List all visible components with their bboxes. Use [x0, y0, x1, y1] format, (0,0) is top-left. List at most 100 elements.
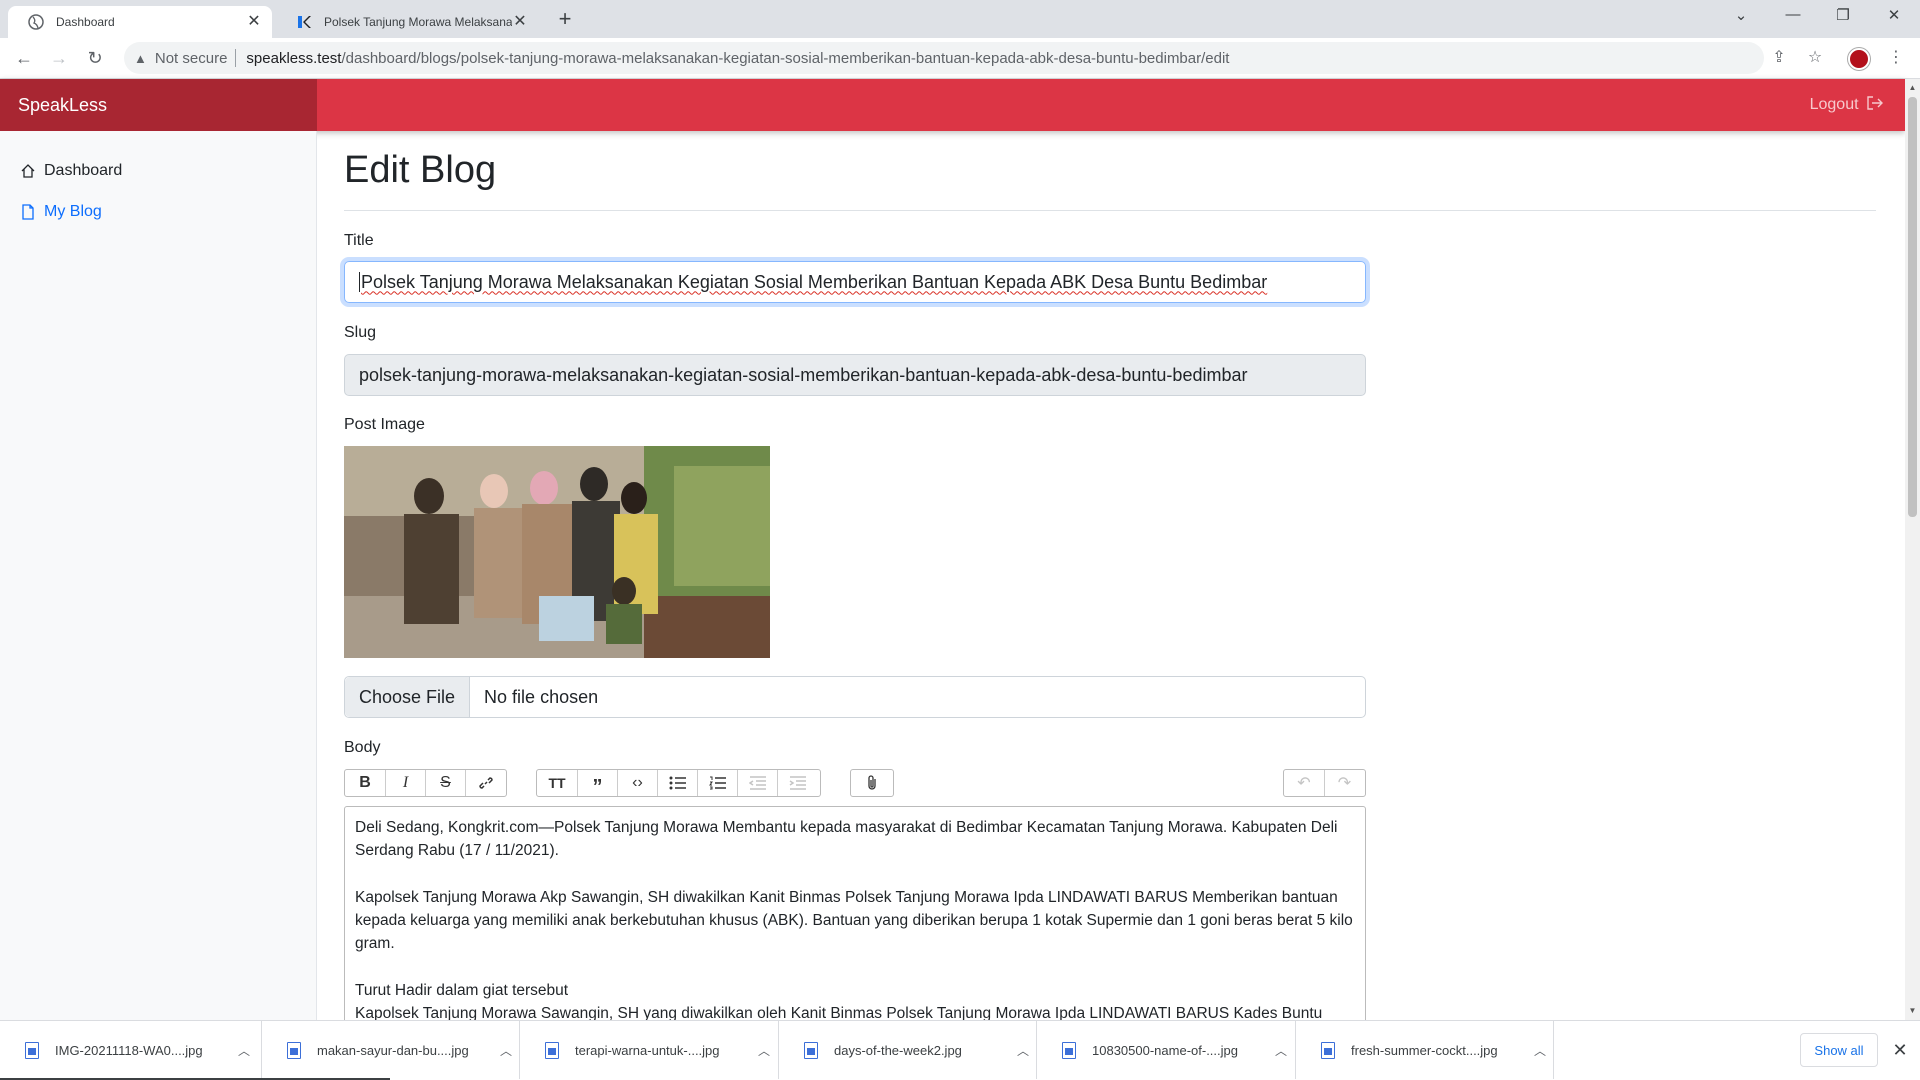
- logout-label: Logout: [1809, 96, 1859, 113]
- chevron-up-icon[interactable]: ︿: [495, 1042, 517, 1059]
- download-filename: days-of-the-week2.jpg: [834, 1042, 962, 1058]
- download-filename: fresh-summer-cockt....jpg: [1351, 1042, 1498, 1058]
- sidebar-item-dashboard[interactable]: Dashboard: [18, 159, 122, 183]
- body-editor[interactable]: Deli Sedang, Kongkrit.com—Polsek Tanjung…: [344, 806, 1366, 1036]
- image-file-icon: [545, 1041, 559, 1059]
- page-title: Edit Blog: [344, 149, 497, 191]
- scrollbar-thumb[interactable]: [1908, 97, 1917, 517]
- bookmark-star-icon[interactable]: ☆: [1803, 46, 1827, 70]
- sidebar-item-my-blog[interactable]: My Blog: [18, 200, 102, 224]
- divider: [235, 49, 237, 67]
- close-tab-icon[interactable]: ✕: [246, 14, 262, 30]
- url-path: /dashboard/blogs/polsek-tanjung-morawa-m…: [341, 49, 1230, 67]
- chevron-up-icon[interactable]: ︿: [1529, 1042, 1551, 1059]
- choose-file-button[interactable]: Choose File: [345, 677, 471, 717]
- file-icon: [18, 202, 38, 222]
- logout-icon: [1867, 96, 1883, 113]
- slug-label: Slug: [344, 324, 377, 341]
- image-file-icon: [25, 1041, 39, 1059]
- chevron-up-icon[interactable]: ︿: [233, 1042, 255, 1059]
- numbered-list-icon[interactable]: [697, 770, 737, 796]
- tab-title: Dashboard: [56, 15, 115, 29]
- strikethrough-icon[interactable]: S: [425, 770, 465, 796]
- show-all-downloads-button[interactable]: Show all: [1800, 1033, 1878, 1067]
- restore-icon[interactable]: ❐: [1831, 6, 1855, 26]
- download-item[interactable]: 10830500-name-of-....jpg ︿: [1037, 1021, 1296, 1079]
- sidebar-item-label: Dashboard: [44, 162, 123, 179]
- body-paragraph: Deli Sedang, Kongkrit.com—Polsek Tanjung…: [355, 819, 1338, 860]
- italic-icon[interactable]: I: [385, 770, 425, 796]
- download-filename: 10830500-name-of-....jpg: [1092, 1042, 1238, 1058]
- forward-icon[interactable]: →: [47, 46, 71, 70]
- scroll-up-icon[interactable]: ▲: [1905, 81, 1920, 95]
- profile-avatar[interactable]: [1848, 48, 1870, 70]
- bold-icon[interactable]: B: [345, 770, 385, 796]
- attach-file-icon[interactable]: [851, 770, 893, 796]
- reload-icon[interactable]: ↻: [83, 46, 107, 70]
- browser-tab-bar: Dashboard ✕ Polsek Tanjung Morawa Melaks…: [0, 0, 1920, 38]
- logout-button[interactable]: Logout: [1810, 79, 1883, 131]
- sidebar-item-label: My Blog: [44, 203, 102, 220]
- new-tab-icon[interactable]: +: [553, 8, 577, 32]
- decrease-indent-icon[interactable]: [737, 770, 777, 796]
- text-caret: [359, 272, 360, 292]
- browser-toolbar: ← → ↻ ▲ Not secure speakless.test/dashbo…: [0, 38, 1920, 79]
- page-scrollbar[interactable]: ▲ ▼: [1905, 79, 1920, 1020]
- text-format-group: B I S: [344, 769, 507, 797]
- post-image-label: Post Image: [344, 416, 425, 433]
- sidebar: [0, 131, 317, 1020]
- download-item[interactable]: fresh-summer-cockt....jpg ︿: [1296, 1021, 1554, 1079]
- address-bar[interactable]: ▲ Not secure speakless.test/dashboard/bl…: [124, 42, 1764, 74]
- redo-icon[interactable]: ↷: [1324, 770, 1364, 796]
- download-item[interactable]: IMG-20211118-WA0....jpg ︿: [0, 1021, 262, 1079]
- site-favicon-icon: [296, 14, 312, 30]
- app-navbar: SpeakLess Logout: [0, 79, 1905, 131]
- divider: [344, 210, 1876, 211]
- house-icon: [18, 161, 38, 181]
- image-file-icon: [1321, 1041, 1335, 1059]
- back-icon[interactable]: ←: [12, 46, 36, 70]
- body-paragraph: Turut Hadir dalam giat tersebut: [355, 982, 569, 1000]
- body-paragraph: Kapolsek Tanjung Morawa Akp Sawangin, SH…: [355, 888, 1353, 953]
- download-bar: IMG-20211118-WA0....jpg ︿ makan-sayur-da…: [0, 1020, 1920, 1080]
- brand-logo[interactable]: SpeakLess: [0, 79, 317, 131]
- download-filename: IMG-20211118-WA0....jpg: [55, 1042, 203, 1058]
- link-icon[interactable]: [465, 770, 505, 796]
- code-icon[interactable]: ‹›: [617, 770, 657, 796]
- menu-kebab-icon[interactable]: ⋮: [1884, 46, 1908, 70]
- file-input[interactable]: Choose File No file chosen: [344, 676, 1366, 718]
- close-download-bar-icon[interactable]: ✕: [1888, 1039, 1912, 1063]
- tab-dashboard[interactable]: Dashboard ✕: [8, 6, 272, 38]
- post-image-preview: [344, 446, 770, 658]
- close-window-icon[interactable]: ✕: [1882, 6, 1906, 26]
- increase-indent-icon[interactable]: [777, 770, 817, 796]
- bullet-list-icon[interactable]: [657, 770, 697, 796]
- tab-blog-post[interactable]: Polsek Tanjung Morawa Melaksanakan ✕: [276, 6, 538, 38]
- undo-icon[interactable]: ↶: [1284, 770, 1324, 796]
- image-file-icon: [804, 1041, 818, 1059]
- slug-value: polsek-tanjung-morawa-melaksanakan-kegia…: [359, 364, 1248, 385]
- chevron-up-icon[interactable]: ︿: [753, 1042, 775, 1059]
- heading-icon[interactable]: TT: [537, 770, 577, 796]
- scroll-down-icon[interactable]: ▼: [1905, 1004, 1920, 1018]
- file-status: No file chosen: [484, 686, 599, 707]
- chevron-up-icon[interactable]: ︿: [1012, 1042, 1034, 1059]
- minimize-icon[interactable]: —: [1781, 6, 1805, 26]
- download-item[interactable]: days-of-the-week2.jpg ︿: [779, 1021, 1037, 1079]
- title-input[interactable]: Polsek Tanjung Morawa Melaksanakan Kegia…: [344, 261, 1366, 303]
- share-icon[interactable]: ⇪: [1767, 46, 1791, 70]
- close-tab-icon[interactable]: ✕: [512, 14, 528, 30]
- security-label: Not secure: [154, 49, 228, 67]
- history-tools-group: ↶ ↷: [1283, 769, 1366, 797]
- image-file-icon: [1062, 1041, 1076, 1059]
- download-item[interactable]: makan-sayur-dan-bu....jpg ︿: [262, 1021, 520, 1079]
- globe-icon: [28, 14, 44, 30]
- image-file-icon: [287, 1041, 301, 1059]
- tab-search-icon[interactable]: ⌄: [1729, 6, 1753, 26]
- quote-icon[interactable]: ”: [577, 770, 617, 797]
- chevron-up-icon[interactable]: ︿: [1270, 1042, 1292, 1059]
- url-host: speakless.test: [246, 49, 342, 67]
- download-item[interactable]: terapi-warna-untuk-....jpg ︿: [520, 1021, 779, 1079]
- file-tools-group: [850, 769, 894, 797]
- slug-input: polsek-tanjung-morawa-melaksanakan-kegia…: [344, 354, 1366, 396]
